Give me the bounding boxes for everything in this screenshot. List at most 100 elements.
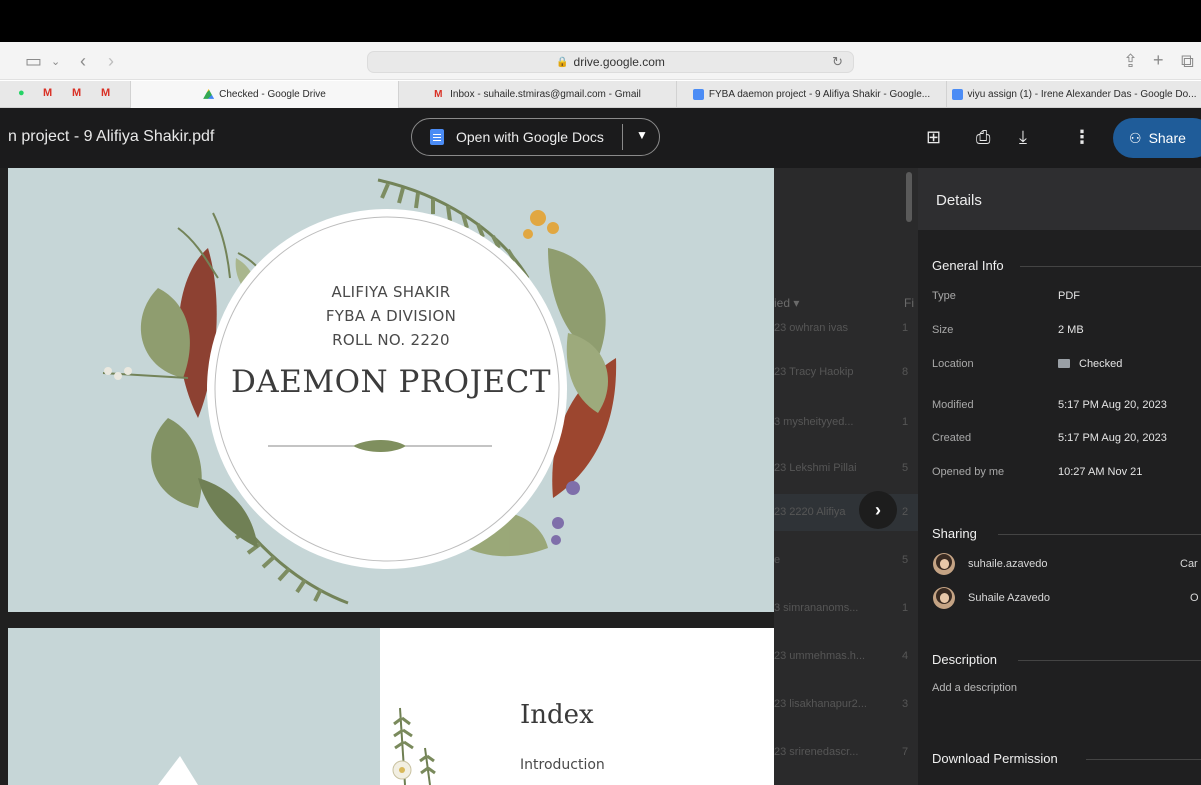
tab-google-drive[interactable]: Checked - Google Drive <box>130 81 398 108</box>
list-item: 23 owhran ivas 1 <box>774 322 909 334</box>
roll-number: ROLL NO. 2220 <box>332 331 450 349</box>
page-gap <box>8 612 774 628</box>
reload-icon[interactable]: ↻ <box>832 54 843 70</box>
address-bar[interactable]: 🔒 drive.google.com ↻ <box>367 51 854 73</box>
file-title: n project - 9 Alifiya Shakir.pdf <box>8 128 215 145</box>
pdf-page-2: Index Introduction <box>8 628 774 785</box>
person-role: O <box>1190 592 1199 604</box>
field-key: Opened by me <box>932 466 1005 478</box>
open-with-label: Open with Google Docs <box>456 129 604 145</box>
sidebar-toggle-icon[interactable]: ▭ <box>25 51 42 71</box>
list-item: 23 Lekshmi Pillai 5 <box>774 462 909 474</box>
divider <box>622 124 623 150</box>
back-icon[interactable]: ‹ <box>80 51 86 71</box>
field-value: 5:17 PM Aug 20, 2023 <box>1058 399 1167 411</box>
divider <box>1086 759 1201 760</box>
more-options-icon[interactable]: ⋮ <box>1073 127 1091 147</box>
list-column-header: ied ▾ <box>774 296 800 310</box>
field-value: PDF <box>1058 290 1080 302</box>
person-role: Car <box>1180 558 1198 570</box>
menu-bar <box>0 0 1201 42</box>
chevron-down-icon[interactable]: ⌄ <box>51 52 60 72</box>
tab-label: Inbox - suhaile.stmiras@gmail.com - Gmai… <box>450 89 641 100</box>
tab-gmail-inbox[interactable]: M Inbox - suhaile.stmiras@gmail.com - Gm… <box>398 81 676 108</box>
print-icon[interactable]: ⎙ <box>976 127 990 147</box>
pinned-tab-gmail-icon[interactable]: M <box>72 87 81 99</box>
tab-label: viyu assign (1) - Irene Alexander Das - … <box>967 89 1197 100</box>
tab-label: Checked - Google Drive <box>219 89 326 100</box>
details-panel: Details General Info Type PDF Size 2 MB … <box>918 168 1201 785</box>
fern-decoration <box>392 707 436 785</box>
background-file-list: ied ▾ Fi 23 owhran ivas 1 23 Tracy Haokip… <box>774 168 918 785</box>
tab-fyba-daemon-doc[interactable]: FYBA daemon project - 9 Alifiya Shakir -… <box>676 81 946 108</box>
next-file-button[interactable]: › <box>859 491 897 529</box>
add-shortcut-icon[interactable]: ⊞ <box>926 127 941 147</box>
list-item: 3 mysheityyed... 1 <box>774 416 909 428</box>
sharing-heading: Sharing <box>932 526 977 541</box>
field-key: Modified <box>932 399 974 411</box>
tab-overview-icon[interactable]: ⧉ <box>1181 51 1194 71</box>
download-icon[interactable]: ⤓ <box>1019 127 1027 147</box>
description-heading: Description <box>932 652 998 667</box>
field-key: Created <box>932 432 972 444</box>
list-item: 3 simrananoms... 1 <box>774 602 909 614</box>
person-name: Suhaile Azavedo <box>968 592 1050 604</box>
viewer-header: n project - 9 Alifiya Shakir.pdf Open wi… <box>0 108 1201 168</box>
lock-icon: 🔒 <box>556 56 569 68</box>
pdf-page-1: ALIFIYA SHAKIR FYBA A DIVISION ROLL NO. … <box>8 168 774 612</box>
divider <box>1020 266 1201 267</box>
docs-icon <box>692 89 704 100</box>
field-key: Size <box>932 324 954 336</box>
share-sheet-icon[interactable]: ⇪ <box>1123 51 1138 71</box>
docs-icon <box>951 89 963 100</box>
folder-icon <box>1058 359 1070 368</box>
divider <box>1018 660 1201 661</box>
caret-down-icon[interactable]: ▼ <box>636 128 648 142</box>
open-with-button[interactable]: Open with Google Docs ▼ <box>411 118 660 156</box>
page2-right-panel: Index Introduction <box>380 628 774 785</box>
division-text: FYBA A DIVISION <box>325 307 457 325</box>
url-text: drive.google.com <box>573 55 665 69</box>
description-input[interactable]: Add a description <box>932 682 1017 694</box>
share-button[interactable]: ⚇ Share <box>1113 118 1201 158</box>
person-email: suhaile.azavedo <box>968 558 1048 570</box>
list-item: 23 ummehmas.h... 4 <box>774 650 909 662</box>
pinned-tab-gmail-icon[interactable]: M <box>43 87 52 99</box>
list-item: 23 srirenedascr... 7 <box>774 746 909 758</box>
page2-decoration <box>158 756 198 785</box>
tab-viyu-assign-doc[interactable]: viyu assign (1) - Irene Alexander Das - … <box>946 81 1201 108</box>
details-title-bar: Details <box>918 168 1201 230</box>
location-link[interactable]: Checked <box>1058 358 1122 370</box>
pinned-tab-gmail-icon[interactable]: M <box>101 87 110 99</box>
project-heading: DAEMON PROJECT <box>230 364 552 400</box>
chevron-right-icon: › <box>875 499 881 520</box>
list-column-header: Fi <box>904 296 914 310</box>
page2-left-panel <box>8 628 380 785</box>
download-permission-heading: Download Permission <box>932 751 1058 766</box>
index-item: Introduction <box>520 757 605 773</box>
tab-bar: ● M M M Checked - Google Drive M Inbox -… <box>0 81 1201 108</box>
general-info-heading: General Info <box>932 258 1004 273</box>
field-value: 10:27 AM Nov 21 <box>1058 466 1143 478</box>
field-value: 5:17 PM Aug 20, 2023 <box>1058 432 1167 444</box>
forward-icon[interactable]: › <box>108 51 114 71</box>
list-item: e5 <box>774 554 909 566</box>
docs-icon <box>430 129 444 145</box>
avatar <box>933 587 955 609</box>
pinned-tab-whatsapp-icon[interactable]: ● <box>18 87 25 99</box>
list-item: 23 Tracy Haokip 8 <box>774 366 909 378</box>
browser-toolbar: ▭ ⌄ ‹ › 🔒 drive.google.com ↻ ⇪ + ⧉ <box>0 42 1201 80</box>
index-heading: Index <box>520 700 594 730</box>
field-key: Location <box>932 358 974 370</box>
divider <box>998 534 1201 535</box>
author-name: ALIFIYA SHAKIR <box>331 283 451 301</box>
gmail-icon: M <box>434 89 443 100</box>
new-tab-icon[interactable]: + <box>1153 50 1164 70</box>
list-item: 23 lisakhanapur2... 3 <box>774 698 909 710</box>
people-icon: ⚇ <box>1129 129 1142 146</box>
share-label: Share <box>1148 130 1186 146</box>
viewer-gutter <box>0 168 8 785</box>
avatar <box>933 553 955 575</box>
scrollbar-thumb[interactable] <box>906 172 912 222</box>
screen: ▭ ⌄ ‹ › 🔒 drive.google.com ↻ ⇪ + ⧉ ● M M… <box>0 0 1201 785</box>
